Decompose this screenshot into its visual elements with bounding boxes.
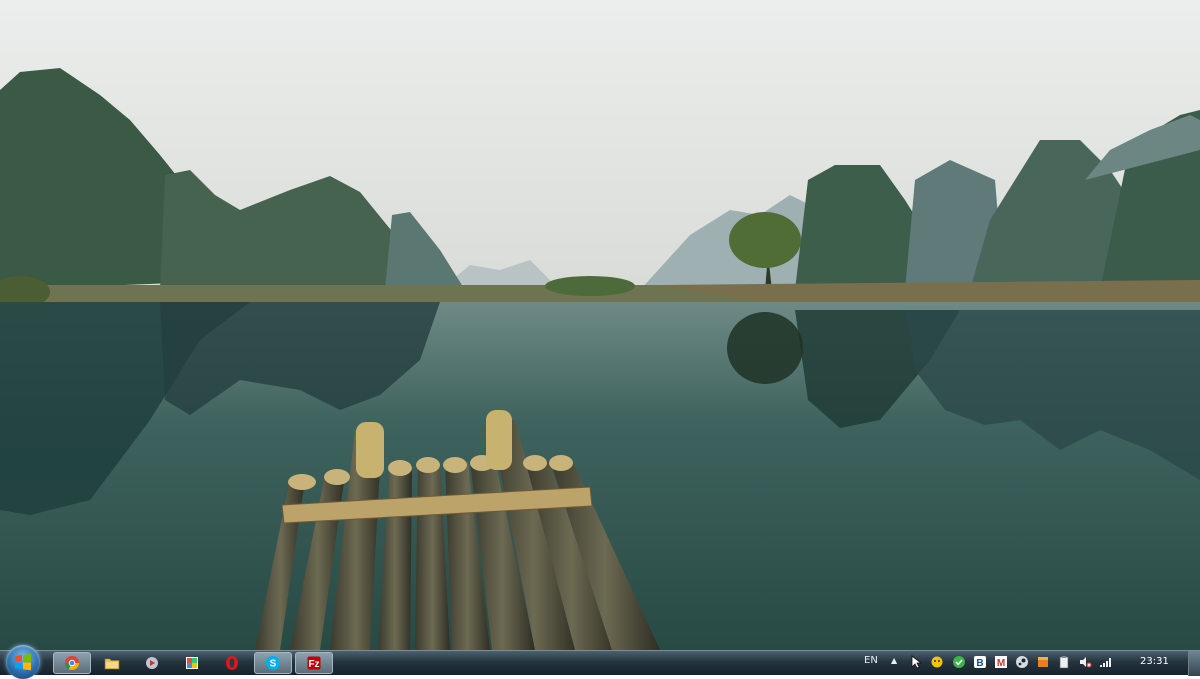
skype-icon: S [266, 656, 280, 670]
cursor-icon[interactable] [909, 655, 923, 669]
volume-muted-icon[interactable] [1078, 655, 1092, 669]
chrome-icon [65, 656, 79, 670]
taskbar-app-media[interactable] [133, 652, 171, 674]
taskbar-app-opera[interactable] [213, 652, 251, 674]
opera-icon [226, 656, 238, 670]
show-desktop-button[interactable] [1188, 651, 1200, 676]
svg-text:S: S [270, 659, 277, 670]
clock[interactable]: 23:31 [1140, 656, 1169, 667]
taskbar-app-skype[interactable]: S [254, 652, 292, 674]
picture-viewer-icon [186, 657, 198, 669]
show-hidden-icons-button[interactable]: ▲ [891, 656, 897, 665]
taskbar-app-chrome[interactable] [53, 652, 91, 674]
folder-icon [104, 658, 120, 670]
taskbar-app-explorer[interactable] [93, 652, 131, 674]
green-app-icon[interactable] [952, 655, 966, 669]
language-indicator[interactable]: EN [864, 655, 878, 666]
svg-text:B: B [976, 658, 983, 669]
svg-text:Fz: Fz [308, 659, 319, 670]
taskbar: S Fz EN ▲ B M 23:31 [0, 645, 1200, 679]
filezilla-icon: Fz [307, 656, 321, 670]
desktop [0, 0, 1200, 650]
taskbar-app-pictures[interactable] [173, 652, 211, 674]
b-app-icon[interactable]: B [973, 655, 987, 669]
svg-text:M: M [997, 658, 1005, 669]
taskbar-app-filezilla[interactable]: Fz [295, 652, 333, 674]
chat-icon[interactable] [930, 655, 944, 669]
box-app-icon[interactable] [1036, 655, 1050, 669]
m-app-icon[interactable]: M [994, 655, 1008, 669]
start-button[interactable] [6, 645, 40, 679]
landscape-wallpaper [0, 0, 1200, 650]
network-signal-icon[interactable] [1099, 655, 1113, 669]
steam-icon[interactable] [1015, 655, 1029, 669]
windows-logo-icon [15, 653, 31, 671]
clipboard-icon[interactable] [1057, 655, 1071, 669]
media-player-icon [146, 657, 158, 669]
